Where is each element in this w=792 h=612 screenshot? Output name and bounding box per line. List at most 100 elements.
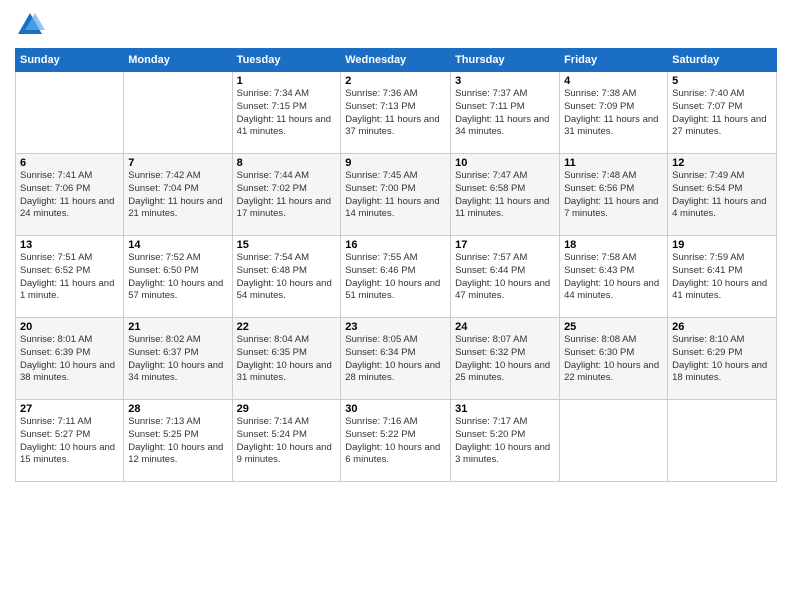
day-header-saturday: Saturday [668, 49, 777, 72]
day-cell [124, 72, 232, 154]
day-number: 25 [564, 321, 663, 333]
day-cell: 12Sunrise: 7:49 AMSunset: 6:54 PMDayligh… [668, 154, 777, 236]
day-cell: 14Sunrise: 7:52 AMSunset: 6:50 PMDayligh… [124, 236, 232, 318]
day-cell: 3Sunrise: 7:37 AMSunset: 7:11 PMDaylight… [451, 72, 560, 154]
day-number: 3 [455, 75, 555, 87]
day-cell: 7Sunrise: 7:42 AMSunset: 7:04 PMDaylight… [124, 154, 232, 236]
day-cell: 24Sunrise: 8:07 AMSunset: 6:32 PMDayligh… [451, 318, 560, 400]
day-cell: 21Sunrise: 8:02 AMSunset: 6:37 PMDayligh… [124, 318, 232, 400]
day-cell: 18Sunrise: 7:58 AMSunset: 6:43 PMDayligh… [560, 236, 668, 318]
day-cell: 20Sunrise: 8:01 AMSunset: 6:39 PMDayligh… [16, 318, 124, 400]
calendar: SundayMondayTuesdayWednesdayThursdayFrid… [15, 48, 777, 482]
day-detail: Sunrise: 8:02 AMSunset: 6:37 PMDaylight:… [128, 334, 227, 385]
day-number: 1 [237, 75, 337, 87]
day-detail: Sunrise: 7:45 AMSunset: 7:00 PMDaylight:… [345, 170, 446, 221]
day-cell: 1Sunrise: 7:34 AMSunset: 7:15 PMDaylight… [232, 72, 341, 154]
day-detail: Sunrise: 8:10 AMSunset: 6:29 PMDaylight:… [672, 334, 772, 385]
day-number: 30 [345, 403, 446, 415]
day-cell: 29Sunrise: 7:14 AMSunset: 5:24 PMDayligh… [232, 400, 341, 482]
day-number: 19 [672, 239, 772, 251]
day-cell [560, 400, 668, 482]
logo [15, 10, 49, 40]
day-detail: Sunrise: 7:13 AMSunset: 5:25 PMDaylight:… [128, 416, 227, 467]
day-cell: 26Sunrise: 8:10 AMSunset: 6:29 PMDayligh… [668, 318, 777, 400]
day-cell: 9Sunrise: 7:45 AMSunset: 7:00 PMDaylight… [341, 154, 451, 236]
day-cell: 4Sunrise: 7:38 AMSunset: 7:09 PMDaylight… [560, 72, 668, 154]
day-detail: Sunrise: 8:04 AMSunset: 6:35 PMDaylight:… [237, 334, 337, 385]
day-number: 7 [128, 157, 227, 169]
day-cell: 5Sunrise: 7:40 AMSunset: 7:07 PMDaylight… [668, 72, 777, 154]
day-detail: Sunrise: 7:36 AMSunset: 7:13 PMDaylight:… [345, 88, 446, 139]
day-detail: Sunrise: 8:01 AMSunset: 6:39 PMDaylight:… [20, 334, 119, 385]
week-row-1: 1Sunrise: 7:34 AMSunset: 7:15 PMDaylight… [16, 72, 777, 154]
day-cell: 19Sunrise: 7:59 AMSunset: 6:41 PMDayligh… [668, 236, 777, 318]
day-cell: 17Sunrise: 7:57 AMSunset: 6:44 PMDayligh… [451, 236, 560, 318]
week-row-3: 13Sunrise: 7:51 AMSunset: 6:52 PMDayligh… [16, 236, 777, 318]
day-cell: 2Sunrise: 7:36 AMSunset: 7:13 PMDaylight… [341, 72, 451, 154]
day-cell: 31Sunrise: 7:17 AMSunset: 5:20 PMDayligh… [451, 400, 560, 482]
day-cell [668, 400, 777, 482]
header [15, 10, 777, 40]
day-cell: 23Sunrise: 8:05 AMSunset: 6:34 PMDayligh… [341, 318, 451, 400]
day-detail: Sunrise: 7:47 AMSunset: 6:58 PMDaylight:… [455, 170, 555, 221]
day-number: 8 [237, 157, 337, 169]
day-cell: 16Sunrise: 7:55 AMSunset: 6:46 PMDayligh… [341, 236, 451, 318]
day-detail: Sunrise: 7:16 AMSunset: 5:22 PMDaylight:… [345, 416, 446, 467]
day-detail: Sunrise: 7:38 AMSunset: 7:09 PMDaylight:… [564, 88, 663, 139]
day-number: 5 [672, 75, 772, 87]
day-cell: 11Sunrise: 7:48 AMSunset: 6:56 PMDayligh… [560, 154, 668, 236]
day-number: 2 [345, 75, 446, 87]
day-cell: 10Sunrise: 7:47 AMSunset: 6:58 PMDayligh… [451, 154, 560, 236]
day-detail: Sunrise: 7:49 AMSunset: 6:54 PMDaylight:… [672, 170, 772, 221]
day-detail: Sunrise: 7:55 AMSunset: 6:46 PMDaylight:… [345, 252, 446, 303]
day-cell: 27Sunrise: 7:11 AMSunset: 5:27 PMDayligh… [16, 400, 124, 482]
day-detail: Sunrise: 8:05 AMSunset: 6:34 PMDaylight:… [345, 334, 446, 385]
day-number: 17 [455, 239, 555, 251]
day-header-friday: Friday [560, 49, 668, 72]
day-header-thursday: Thursday [451, 49, 560, 72]
day-number: 26 [672, 321, 772, 333]
day-number: 31 [455, 403, 555, 415]
day-detail: Sunrise: 8:07 AMSunset: 6:32 PMDaylight:… [455, 334, 555, 385]
day-header-sunday: Sunday [16, 49, 124, 72]
day-detail: Sunrise: 7:14 AMSunset: 5:24 PMDaylight:… [237, 416, 337, 467]
day-detail: Sunrise: 7:17 AMSunset: 5:20 PMDaylight:… [455, 416, 555, 467]
day-number: 11 [564, 157, 663, 169]
day-number: 24 [455, 321, 555, 333]
day-number: 13 [20, 239, 119, 251]
week-row-5: 27Sunrise: 7:11 AMSunset: 5:27 PMDayligh… [16, 400, 777, 482]
day-cell: 25Sunrise: 8:08 AMSunset: 6:30 PMDayligh… [560, 318, 668, 400]
day-detail: Sunrise: 7:40 AMSunset: 7:07 PMDaylight:… [672, 88, 772, 139]
day-detail: Sunrise: 7:57 AMSunset: 6:44 PMDaylight:… [455, 252, 555, 303]
day-detail: Sunrise: 7:34 AMSunset: 7:15 PMDaylight:… [237, 88, 337, 139]
day-number: 27 [20, 403, 119, 415]
week-row-2: 6Sunrise: 7:41 AMSunset: 7:06 PMDaylight… [16, 154, 777, 236]
day-cell: 15Sunrise: 7:54 AMSunset: 6:48 PMDayligh… [232, 236, 341, 318]
logo-icon [15, 10, 45, 40]
day-detail: Sunrise: 8:08 AMSunset: 6:30 PMDaylight:… [564, 334, 663, 385]
day-detail: Sunrise: 7:52 AMSunset: 6:50 PMDaylight:… [128, 252, 227, 303]
day-detail: Sunrise: 7:42 AMSunset: 7:04 PMDaylight:… [128, 170, 227, 221]
day-number: 4 [564, 75, 663, 87]
day-detail: Sunrise: 7:48 AMSunset: 6:56 PMDaylight:… [564, 170, 663, 221]
day-header-monday: Monday [124, 49, 232, 72]
day-detail: Sunrise: 7:44 AMSunset: 7:02 PMDaylight:… [237, 170, 337, 221]
day-number: 15 [237, 239, 337, 251]
week-row-4: 20Sunrise: 8:01 AMSunset: 6:39 PMDayligh… [16, 318, 777, 400]
page: SundayMondayTuesdayWednesdayThursdayFrid… [0, 0, 792, 612]
day-header-tuesday: Tuesday [232, 49, 341, 72]
day-detail: Sunrise: 7:11 AMSunset: 5:27 PMDaylight:… [20, 416, 119, 467]
calendar-header-row: SundayMondayTuesdayWednesdayThursdayFrid… [16, 49, 777, 72]
day-number: 6 [20, 157, 119, 169]
day-cell [16, 72, 124, 154]
day-number: 23 [345, 321, 446, 333]
day-number: 14 [128, 239, 227, 251]
day-cell: 13Sunrise: 7:51 AMSunset: 6:52 PMDayligh… [16, 236, 124, 318]
day-number: 12 [672, 157, 772, 169]
day-detail: Sunrise: 7:58 AMSunset: 6:43 PMDaylight:… [564, 252, 663, 303]
day-number: 22 [237, 321, 337, 333]
day-detail: Sunrise: 7:59 AMSunset: 6:41 PMDaylight:… [672, 252, 772, 303]
day-cell: 6Sunrise: 7:41 AMSunset: 7:06 PMDaylight… [16, 154, 124, 236]
day-number: 18 [564, 239, 663, 251]
day-detail: Sunrise: 7:37 AMSunset: 7:11 PMDaylight:… [455, 88, 555, 139]
